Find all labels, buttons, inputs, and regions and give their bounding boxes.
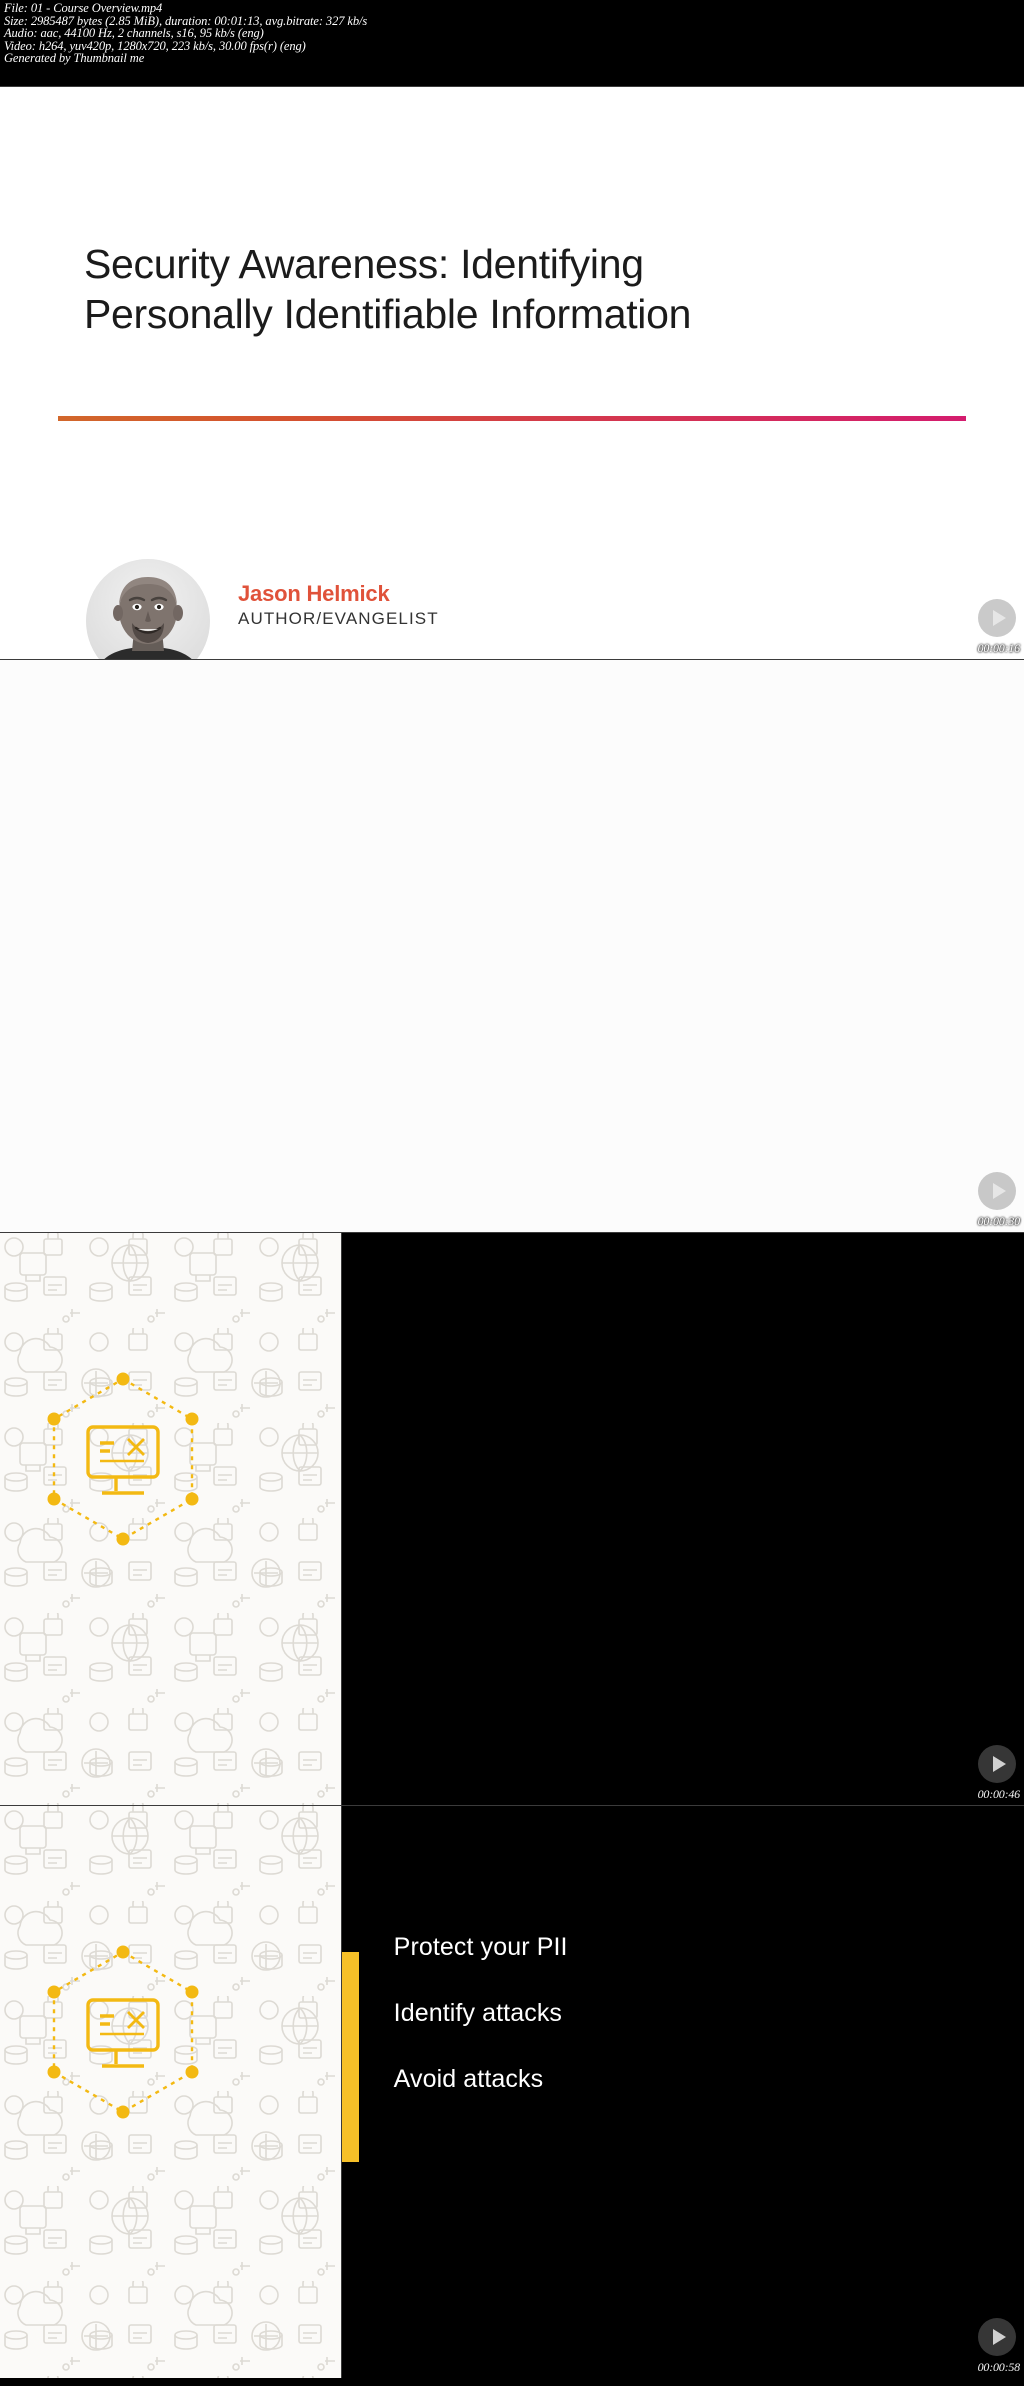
play-button-overlay[interactable] — [978, 2318, 1016, 2356]
thumbnail-sheet: Security Awareness: Identifying Personal… — [0, 86, 1024, 2378]
timestamp-label: 00:00:58 — [977, 2360, 1021, 2374]
play-button-overlay[interactable] — [978, 599, 1016, 637]
info-line-file: File: 01 - Course Overview.mp4 — [4, 1, 163, 15]
title-line-1: Security Awareness: Identifying — [84, 241, 644, 287]
author-name: Jason Helmick — [238, 581, 390, 606]
list-item: Identify attacks — [393, 1999, 563, 2027]
objectives-list: Protect your PII Identify attacks Avoid … — [394, 1932, 568, 2112]
media-info-bar: File: 01 - Course Overview.mp4 Size: 298… — [0, 0, 1024, 86]
play-button-overlay[interactable] — [978, 1745, 1016, 1783]
play-icon — [992, 1756, 1006, 1772]
slide-locating-data[interactable]: Locating Data Data is stored in many loc… — [0, 659, 1024, 1232]
slide-objectives[interactable]: Protect your PII Identify attacks Avoid … — [0, 1805, 1024, 2378]
info-line-audio: Audio: aac, 44100 Hz, 2 channels, s16, 9… — [4, 26, 264, 41]
title-gradient-rule — [58, 416, 966, 421]
network-hexagon-badge — [28, 1938, 218, 2133]
list-item: Avoid attacks — [393, 2065, 544, 2093]
info-line-video: Video: h264, yuv420p, 1280x720, 223 kb/s… — [4, 38, 306, 53]
slide-objectives-content[interactable]: Protect your PII Identify attacks Avoid … — [341, 1805, 1024, 2378]
play-button-overlay[interactable] — [978, 1172, 1016, 1210]
slide-title[interactable]: Security Awareness: Identifying Personal… — [0, 86, 1024, 659]
author-text: Jason Helmick AUTHOR/EVANGELIST — [238, 559, 439, 631]
play-icon — [992, 610, 1006, 626]
page-title: Security Awareness: Identifying Personal… — [84, 239, 964, 339]
network-hexagon-badge — [28, 1365, 218, 1560]
play-icon — [992, 2329, 1006, 2345]
timestamp-label: 00:00:30 — [977, 1214, 1021, 1228]
author-block: Jason Helmick AUTHOR/EVANGELIST — [86, 559, 439, 659]
timestamp-label: 00:00:46 — [977, 1787, 1021, 1801]
security-pattern-panel — [0, 1232, 342, 1805]
info-line-generator: Generated by Thumbnail me — [4, 51, 145, 66]
author-role: AUTHOR/EVANGELIST — [238, 609, 439, 628]
play-icon — [992, 1183, 1006, 1199]
slide-blank-black[interactable]: 00:00:46 — [0, 1232, 1024, 1805]
slide-black-content-area[interactable]: 00:00:46 — [341, 1232, 1024, 1805]
list-item: Protect your PII — [393, 1933, 568, 1961]
security-pattern-panel — [0, 1805, 342, 2378]
yellow-accent-bar — [341, 1952, 359, 2162]
avatar — [86, 559, 210, 659]
timestamp-label: 00:00:16 — [977, 641, 1021, 655]
title-line-2: Personally Identifiable Information — [84, 291, 692, 337]
